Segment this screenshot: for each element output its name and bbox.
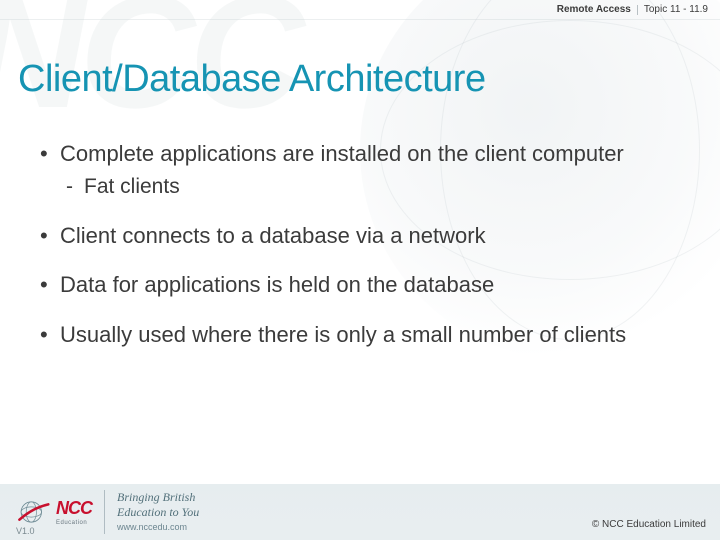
bullet-text: Data for applications is held on the dat… bbox=[60, 272, 494, 297]
copyright-label: © NCC Education Limited bbox=[592, 519, 706, 530]
bullet-item: Complete applications are installed on t… bbox=[38, 140, 682, 200]
footer-tagline: Bringing British Education to You www.nc… bbox=[104, 490, 199, 533]
slide: NCC Remote Access Topic 11 - 11.9 Client… bbox=[0, 0, 720, 540]
footer-logo-group: NCC Education Bringing British Education… bbox=[16, 490, 199, 533]
sub-bullet-text: Fat clients bbox=[84, 175, 180, 198]
tagline-line-2: Education to You bbox=[117, 505, 199, 520]
bullet-text: Client connects to a database via a netw… bbox=[60, 223, 486, 248]
topbar-topic: Topic 11 - 11.9 bbox=[644, 4, 708, 15]
bullet-item: Client connects to a database via a netw… bbox=[38, 222, 682, 250]
topbar: Remote Access Topic 11 - 11.9 bbox=[0, 0, 720, 20]
slide-title: Client/Database Architecture bbox=[18, 58, 486, 101]
bullet-item: Data for applications is held on the dat… bbox=[38, 271, 682, 299]
ncc-logo-text: NCC bbox=[56, 498, 92, 519]
sub-bullet-item: Fat clients bbox=[60, 174, 682, 200]
tagline-line-1: Bringing British bbox=[117, 490, 199, 505]
bullet-text: Complete applications are installed on t… bbox=[60, 141, 624, 166]
footer: NCC Education Bringing British Education… bbox=[0, 484, 720, 540]
ncc-logo: NCC Education bbox=[16, 498, 92, 526]
ncc-logo-subtext: Education bbox=[56, 520, 92, 526]
footer-url: www.nccedu.com bbox=[117, 522, 199, 533]
topbar-section: Remote Access bbox=[557, 4, 631, 15]
slide-body: Complete applications are installed on t… bbox=[38, 140, 682, 370]
ncc-logo-text-wrap: NCC Education bbox=[56, 498, 92, 526]
bullet-text: Usually used where there is only a small… bbox=[60, 322, 626, 347]
version-label: V1.0 bbox=[16, 526, 35, 536]
topbar-separator bbox=[637, 5, 638, 15]
globe-swoosh-icon bbox=[16, 499, 50, 525]
bullet-item: Usually used where there is only a small… bbox=[38, 321, 682, 349]
